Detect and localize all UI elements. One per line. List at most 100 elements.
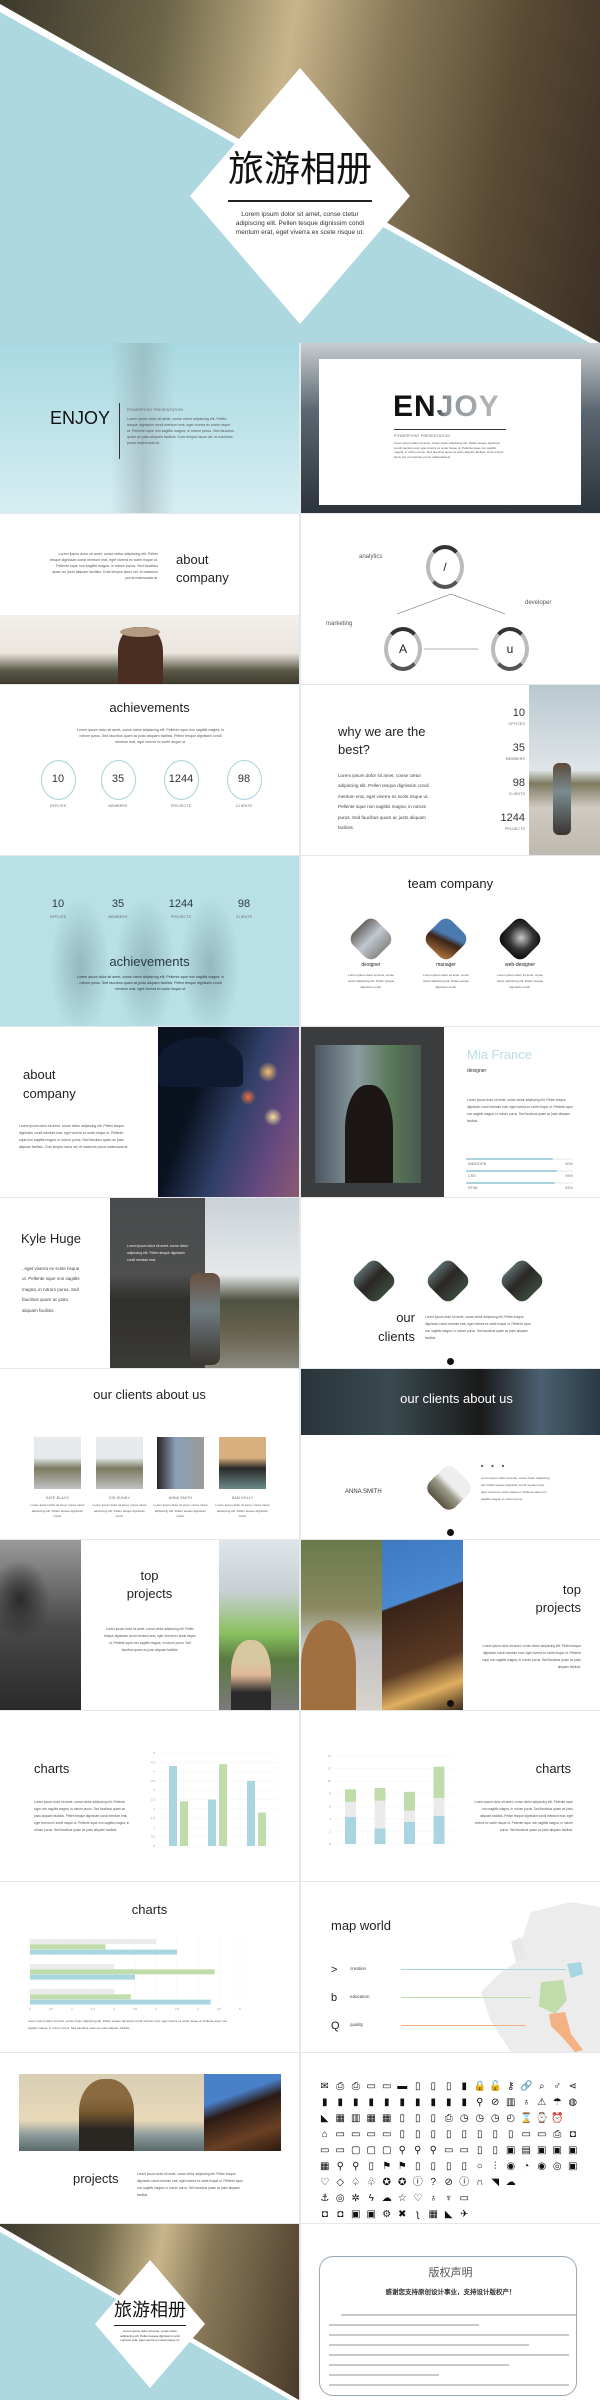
stat-label: PROJECTS	[170, 915, 192, 919]
send-icon: ✈	[460, 2209, 469, 2220]
y-tick-label: 14	[328, 1754, 332, 1758]
enjoy-kicker: POWERPOINT PRESENTATION	[394, 434, 451, 438]
bar	[30, 1974, 135, 1980]
calendar-icon: ▦	[382, 2113, 392, 2124]
file-icon: ▯	[461, 2129, 467, 2140]
hourglass-icon: ⌛	[520, 2113, 533, 2124]
nav-dot[interactable]	[447, 1358, 454, 1365]
inbox-icon: ⎙	[336, 2081, 345, 2092]
icon-row: ▭ ▭ ▢ ▢ ▢ ⚲ ⚲ ⚲ ▭ ▭ ▯ ▯ ▣ ▤ ▣ ▣ ▣	[317, 2143, 587, 2159]
map-item-label: quality	[350, 2022, 364, 2027]
copyright-subtitle: 感谢您支持原创设计事业，支持设计版权产！	[385, 2288, 516, 2296]
nav-dot[interactable]	[447, 1700, 454, 1707]
testimonials-slide: our clients about us KATE BLACK Lorem ips…	[0, 1369, 299, 1539]
cover-subtitle: Lorem ipsum dolor sit amet, conse ctetur…	[235, 211, 365, 236]
europe-map	[481, 1902, 600, 2052]
stat-value: 98	[512, 777, 525, 789]
copyright-text-line	[341, 2314, 576, 2316]
client-quote: Lorem ipsum dolor sit amet, conse ctetur…	[92, 1503, 147, 1518]
map-item-icon: >	[331, 1964, 338, 1976]
copyright-title: 版权声明	[428, 2266, 473, 2279]
file-icon: ▯	[430, 2129, 436, 2140]
stat-label: MEMBERS	[108, 804, 128, 808]
x-tick-label: 3	[155, 2007, 157, 2011]
map-item-label: creation	[350, 1966, 367, 1971]
stacked-bar-segment	[374, 1788, 386, 1801]
client-photo	[96, 1437, 143, 1489]
charts2-body: Lorem ipsum dolor sit amet, conse ctetur…	[474, 1800, 573, 1832]
clock-icon: ◷	[459, 2113, 469, 2124]
calculator-icon: ▦	[428, 2209, 438, 2220]
flag-icon: ⚑	[382, 2161, 392, 2172]
zoom-icon: ⚲	[398, 2145, 406, 2156]
projects2-body: Lorem ipsum dolor sit amet, conse ctetur…	[482, 1644, 581, 1669]
bar	[30, 1949, 177, 1955]
pushpin-icon: ⚲	[352, 2161, 360, 2172]
battery-charge-icon: ▯	[430, 2081, 436, 2092]
copyright-text-line	[329, 2354, 569, 2356]
team-member-role: designer	[361, 962, 381, 968]
skill-value: 92%	[565, 1186, 573, 1190]
icon-row: ⚓ ◎ ✲ ϟ ☁ ☆ ♡ ♁ ♆ ▭	[317, 2191, 587, 2207]
battery-full-icon: ▮	[461, 2081, 467, 2092]
nav-dot[interactable]	[447, 1529, 454, 1536]
team-member-photo	[421, 914, 471, 964]
profile-body: Lorem ipsum dolor sit amet, conse ctetur…	[467, 1098, 573, 1123]
achievements2-title: achievements	[109, 954, 190, 969]
star-icon: ☆	[397, 2193, 407, 2204]
best-title-2: best?	[338, 742, 370, 757]
node-letter: A	[398, 642, 407, 656]
skill-bar	[466, 1158, 553, 1160]
alert-icon: ⓘ	[459, 2177, 470, 2188]
spade-icon: ♤	[351, 2177, 361, 2188]
book-icon: ▮	[414, 2097, 421, 2108]
bar	[169, 1766, 177, 1846]
bar	[180, 1801, 188, 1846]
watch-icon: ⌚	[535, 2113, 548, 2124]
clients-body: Lorem ipsum dolor sit amet, conse ctetur…	[425, 1315, 531, 1340]
tools-icon: ✖	[398, 2209, 407, 2220]
client-quote: Lorem ipsum dolor sit amet, conse ctetur…	[215, 1503, 270, 1518]
stat-value: 98	[237, 898, 251, 910]
testimonial-detail-slide: our clients about us ANNA SMITH ■■■ Lore…	[301, 1369, 600, 1539]
wallet-icon: ▬	[397, 2081, 408, 2092]
skill-name: INDESIGN	[468, 1162, 487, 1166]
testimonials-title: our clients about us	[93, 1387, 206, 1402]
cover-slide: 旅游相册 Lorem ipsum dolor sit amet, conse c…	[0, 0, 600, 343]
stacked-bar-segment	[404, 1810, 415, 1822]
laptop-icon: ▭	[537, 2129, 547, 2140]
trophy-icon: ♆	[445, 2193, 453, 2204]
battery-icon: ▯	[430, 2161, 436, 2172]
kyle-name: Kyle Huge	[21, 1231, 81, 1246]
projects3-body: Lorem ipsum dolor sit amet, conse ctetur…	[137, 2172, 243, 2197]
stat-value: 35	[111, 773, 125, 785]
profile-slide: Mia France designer Lorem ipsum dolor si…	[301, 1027, 600, 1197]
lifebuoy-icon: ◎	[335, 2193, 345, 2204]
icon-row: ▮ ▮ ▮ ▮ ▮ ▮ ▮ ▮ ▮ ▮ ⚲ ⊘ ▥ ♁ ⚠ ☂ ◍	[317, 2095, 587, 2111]
printer-icon: ⎙	[444, 2113, 453, 2124]
map-slide: map world > creation b education Qquality	[301, 1882, 600, 2052]
achievements2-body: Lorem ipsum dolor sit amet, conse ctetur…	[76, 975, 225, 991]
heart-icon: ♡	[413, 2193, 423, 2204]
about2-body: Lorem ipsum dolor sit amet, conse ctetur…	[19, 1124, 129, 1149]
book-icon: ▮	[321, 2097, 328, 2108]
stacked-bar-segment	[404, 1791, 415, 1811]
folder-open-icon: ▭	[335, 2145, 345, 2156]
x-tick-label: 4	[197, 2007, 199, 2011]
mouse-icon: ▯	[492, 2145, 498, 2156]
icon-grid: ✉ ⎙ ⎙ ▭ ▭ ▬ ▯ ▯ ▯ ▮ 🔒 🔓 ⚷ 🔗 ⌕ ♂ ⋖ ▮ ▮ ▮ ▮ ▮ ▮ ▮ ▮ ▮ ▮ ⚲ ⊘ ▥ ♁ ⚠ ☂ ◍ ◣ ▦ ▥ ▦ ▦ ▯…	[317, 2079, 587, 2223]
stat-label: CLIENTS	[235, 804, 253, 808]
charts1-body: Lorem ipsum dolor sit amet, conse ctetur…	[34, 1800, 130, 1832]
street-house-photo	[382, 1540, 463, 1710]
about-body: Lorem ipsum dolor sit amet, conse ctetur…	[49, 552, 158, 580]
x-tick-label: 2.5	[133, 2007, 138, 2011]
stat-label: PROJECTS	[170, 804, 192, 808]
charts-slide-1: charts Lorem ipsum dolor sit amet, conse…	[0, 1711, 299, 1881]
chat-icon: ▢	[382, 2145, 392, 2156]
diagram-slide: / A u analytics marketing developer	[301, 514, 600, 684]
stat-value: 98	[237, 773, 251, 785]
warning-icon: ⚠	[537, 2097, 547, 2108]
y-tick-label: 3	[153, 1788, 155, 1792]
projects2-title-2: projects	[535, 1600, 581, 1615]
stacked-bar-chart: 0 2 4 6 8 10 12 14	[328, 1754, 453, 1846]
